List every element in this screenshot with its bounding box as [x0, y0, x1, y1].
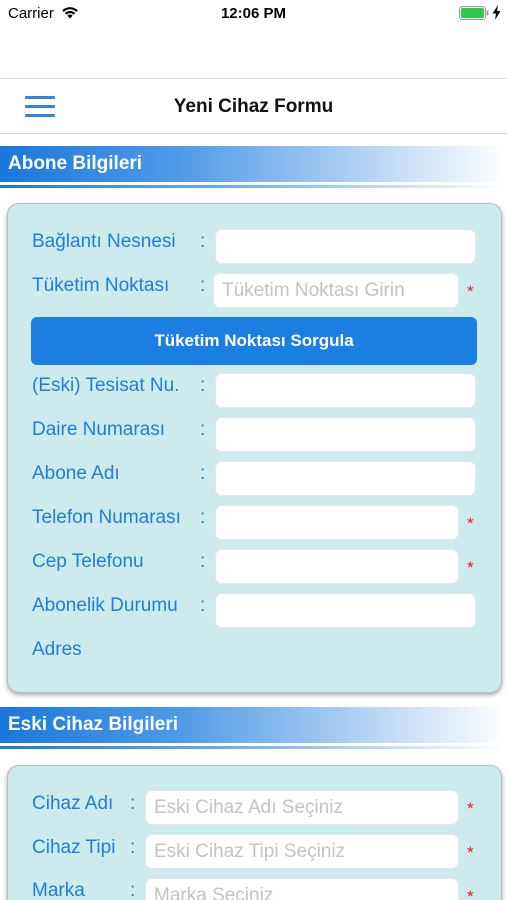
subscription-status-label: Abonelik Durumu [32, 595, 178, 616]
section-header-subscriber: Abone Bilgileri [0, 146, 507, 188]
mobile-phone-label: Cep Telefonu [32, 551, 144, 572]
phone-number-label: Telefon Numarası [32, 507, 181, 528]
connection-object-label: Bağlantı Nesnesi [32, 231, 176, 252]
phone-number-field[interactable] [215, 505, 459, 540]
colon: : [200, 275, 206, 296]
colon: : [200, 375, 206, 396]
required-marker: * [467, 558, 474, 577]
subscriber-name-label: Abone Adı [32, 463, 120, 484]
required-marker: * [467, 514, 474, 533]
device-type-select[interactable] [145, 834, 459, 869]
installation-number-field[interactable] [215, 373, 476, 408]
nav-bar: Yeni Cihaz Formu [0, 78, 507, 134]
consumption-point-label: Tüketim Noktası [32, 275, 170, 296]
colon: : [200, 595, 206, 616]
colon: : [200, 419, 206, 440]
colon: : [200, 507, 206, 528]
apartment-number-label: Daire Numarası [32, 419, 166, 440]
status-bar: Carrier 12:06 PM [0, 0, 507, 28]
brand-label: Marka [32, 880, 85, 900]
section-divider [0, 746, 507, 749]
device-type-label: Cihaz Tipi [32, 837, 116, 858]
address-label: Adres [32, 639, 82, 660]
battery-icon [459, 6, 489, 20]
screen: Carrier 12:06 PM Yeni Cihaz Formu Abone … [0, 0, 507, 900]
subscriber-name-field[interactable] [215, 461, 476, 496]
colon: : [200, 551, 206, 572]
required-marker: * [467, 282, 474, 301]
section-title: Eski Cihaz Bilgileri [8, 714, 178, 735]
mobile-phone-field[interactable] [215, 549, 459, 584]
installation-number-label: (Eski) Tesisat Nu. [32, 375, 180, 396]
section-header-old-device: Eski Cihaz Bilgileri [0, 707, 507, 749]
charging-bolt-icon [492, 5, 501, 20]
section-title: Abone Bilgileri [8, 153, 143, 174]
device-name-select[interactable] [145, 790, 459, 825]
required-marker: * [467, 843, 474, 862]
colon: : [130, 880, 136, 900]
connection-object-field[interactable] [215, 229, 476, 264]
device-name-label: Cihaz Adı [32, 793, 114, 814]
consumption-point-input[interactable] [213, 273, 459, 308]
colon: : [200, 463, 206, 484]
subscription-status-field[interactable] [215, 593, 476, 628]
colon: : [130, 793, 136, 814]
required-marker: * [467, 799, 474, 818]
clock: 12:06 PM [220, 5, 287, 22]
query-consumption-point-button[interactable]: Tüketim Noktası Sorgula [31, 317, 477, 365]
section-divider [0, 185, 507, 188]
brand-select[interactable] [145, 878, 459, 900]
apartment-number-field[interactable] [215, 417, 476, 452]
colon: : [200, 231, 206, 252]
colon: : [130, 837, 136, 858]
page-title: Yeni Cihaz Formu [173, 96, 334, 117]
required-marker: * [467, 887, 474, 900]
